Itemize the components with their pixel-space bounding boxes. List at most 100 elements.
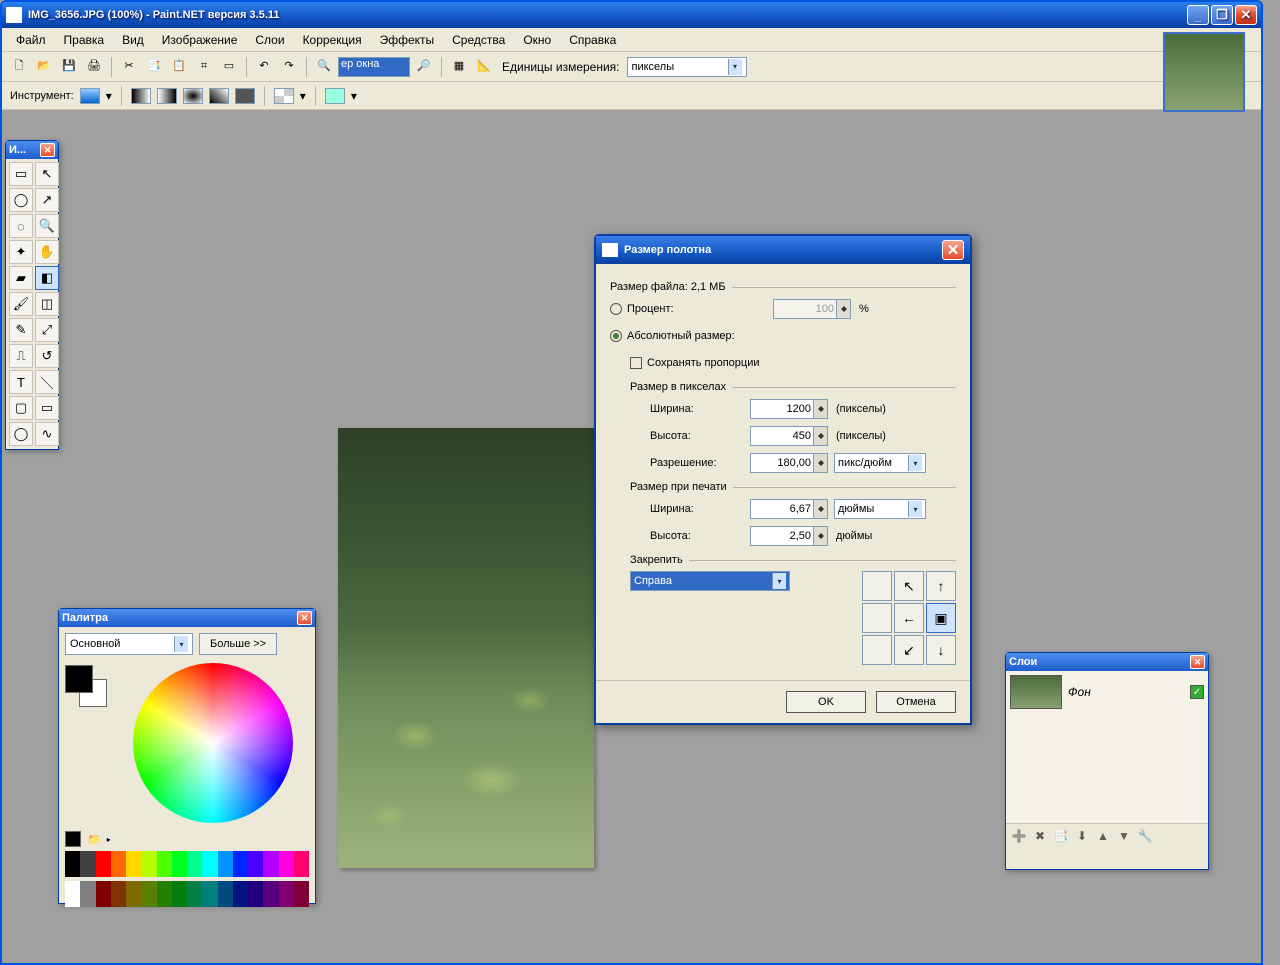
- anchor-w[interactable]: [862, 603, 892, 633]
- move-up-icon[interactable]: ▲: [1094, 827, 1112, 845]
- anchor-select[interactable]: Справа▾: [630, 571, 790, 591]
- anchor-nw[interactable]: [862, 571, 892, 601]
- undo-icon[interactable]: [253, 56, 275, 78]
- zoom-out-icon[interactable]: [413, 56, 435, 78]
- open-icon[interactable]: [33, 56, 55, 78]
- menu-edit[interactable]: Правка: [56, 30, 113, 50]
- color-swatches[interactable]: [65, 665, 113, 725]
- redo-icon[interactable]: [278, 56, 300, 78]
- anchor-ne[interactable]: ↑: [926, 571, 956, 601]
- deselect-icon[interactable]: [218, 56, 240, 78]
- crop-icon[interactable]: [193, 56, 215, 78]
- resolution-input[interactable]: 180,00: [750, 453, 828, 473]
- color-wheel[interactable]: [133, 663, 293, 823]
- black-swatch[interactable]: [65, 831, 81, 847]
- zoom-icon[interactable]: [313, 56, 335, 78]
- picker-tool[interactable]: ⤢: [35, 318, 59, 342]
- ok-button[interactable]: OK: [786, 691, 866, 713]
- menu-view[interactable]: Вид: [114, 30, 152, 50]
- gradient-diag-icon[interactable]: [209, 88, 229, 104]
- palette-row-1[interactable]: [65, 851, 309, 877]
- text-tool[interactable]: T: [9, 370, 33, 394]
- ruler-icon[interactable]: [473, 56, 495, 78]
- clone-tool[interactable]: ⎍: [9, 344, 33, 368]
- ellipse-tool[interactable]: ◯: [9, 422, 33, 446]
- primary-color[interactable]: [65, 665, 93, 693]
- minimize-button[interactable]: _: [1187, 5, 1209, 25]
- units-select[interactable]: пикселы ▾: [627, 57, 747, 77]
- bucket-tool[interactable]: ▰: [9, 266, 33, 290]
- layer-row[interactable]: Фон ✓: [1008, 673, 1206, 711]
- dialog-close-icon[interactable]: ✕: [942, 240, 964, 260]
- tools-panel[interactable]: И...✕ ▭ ↖ ◯ ↗ ◌ 🔍 ✦ ✋ ▰ ◧ 🖌 ◫ ✎ ⤢ ⎍ ↺ T …: [5, 140, 59, 450]
- menu-layers[interactable]: Слои: [247, 30, 292, 50]
- move-sel-tool[interactable]: ↖: [35, 162, 59, 186]
- layers-panel[interactable]: Слои✕ Фон ✓ ➕ ✖ 📑 ⬇ ▲ ▼ 🔧: [1005, 652, 1209, 870]
- spinner-icon[interactable]: [813, 500, 827, 518]
- merge-down-icon[interactable]: ⬇: [1073, 827, 1091, 845]
- zoom-select[interactable]: ер окна: [338, 57, 410, 77]
- move-tool[interactable]: ↗: [35, 188, 59, 212]
- menu-help[interactable]: Справка: [561, 30, 624, 50]
- keep-aspect-checkbox[interactable]: [630, 357, 642, 369]
- spinner-icon[interactable]: [813, 427, 827, 445]
- tools-close-icon[interactable]: ✕: [40, 143, 55, 157]
- cut-icon[interactable]: [118, 56, 140, 78]
- anchor-e[interactable]: ▣: [926, 603, 956, 633]
- absolute-radio[interactable]: [610, 330, 622, 342]
- line-tool[interactable]: ＼: [35, 370, 59, 394]
- gradient-reverse-icon[interactable]: [157, 88, 177, 104]
- layer-props-icon[interactable]: 🔧: [1136, 827, 1154, 845]
- new-icon[interactable]: [8, 56, 30, 78]
- zoom-tool[interactable]: 🔍: [35, 214, 59, 238]
- menu-image[interactable]: Изображение: [154, 30, 246, 50]
- canvas-size-dialog[interactable]: Размер полотна ✕ Размер файла: 2,1 МБ Пр…: [594, 234, 972, 725]
- blend-icon[interactable]: [325, 88, 345, 104]
- duplicate-layer-icon[interactable]: 📑: [1052, 827, 1070, 845]
- curve-tool[interactable]: ∿: [35, 422, 59, 446]
- gradient-tool[interactable]: ◧: [35, 266, 59, 290]
- anchor-sw[interactable]: [862, 635, 892, 665]
- gradient-radial-icon[interactable]: [183, 88, 203, 104]
- transparency-icon[interactable]: [274, 88, 294, 104]
- eraser-tool[interactable]: ◫: [35, 292, 59, 316]
- preview-thumbnail[interactable]: [1163, 32, 1245, 112]
- copy-icon[interactable]: [143, 56, 165, 78]
- palette-panel[interactable]: Палитра✕ Основной▾ Больше >> 📁 ▸: [58, 608, 316, 904]
- maximize-button[interactable]: ❐: [1211, 5, 1233, 25]
- paste-icon[interactable]: [168, 56, 190, 78]
- roundrect-tool[interactable]: ▭: [35, 396, 59, 420]
- rect-tool[interactable]: ▢: [9, 396, 33, 420]
- close-button[interactable]: ✕: [1235, 5, 1257, 25]
- gradient-solid-icon[interactable]: [235, 88, 255, 104]
- wand-tool[interactable]: ✦: [9, 240, 33, 264]
- resolution-unit-select[interactable]: пикс/дюйм▾: [834, 453, 926, 473]
- color-mode-select[interactable]: Основной▾: [65, 633, 193, 655]
- spinner-icon[interactable]: [813, 454, 827, 472]
- add-palette-icon[interactable]: 📁: [87, 833, 101, 846]
- palette-close-icon[interactable]: ✕: [297, 611, 312, 625]
- more-button[interactable]: Больше >>: [199, 633, 277, 655]
- add-layer-icon[interactable]: ➕: [1010, 827, 1028, 845]
- menu-file[interactable]: Файл: [8, 30, 54, 50]
- canvas-image[interactable]: [338, 428, 594, 868]
- titlebar[interactable]: IMG_3656.JPG (100%) - Paint.NET версия 3…: [2, 2, 1261, 28]
- menu-tools[interactable]: Средства: [444, 30, 513, 50]
- layer-visible-checkbox[interactable]: ✓: [1190, 685, 1204, 699]
- grid-icon[interactable]: [448, 56, 470, 78]
- brush-tool[interactable]: 🖌: [9, 292, 33, 316]
- pencil-tool[interactable]: ✎: [9, 318, 33, 342]
- anchor-s[interactable]: ↙: [894, 635, 924, 665]
- ellipse-sel-tool[interactable]: ◌: [9, 214, 33, 238]
- layers-close-icon[interactable]: ✕: [1190, 655, 1205, 669]
- height-px-input[interactable]: 450: [750, 426, 828, 446]
- delete-layer-icon[interactable]: ✖: [1031, 827, 1049, 845]
- menu-adjust[interactable]: Коррекция: [295, 30, 370, 50]
- save-icon[interactable]: [58, 56, 80, 78]
- spinner-icon[interactable]: [813, 527, 827, 545]
- rect-select-tool[interactable]: ▭: [9, 162, 33, 186]
- spinner-icon[interactable]: [813, 400, 827, 418]
- menu-effects[interactable]: Эффекты: [372, 30, 443, 50]
- percent-radio[interactable]: [610, 303, 622, 315]
- width-px-input[interactable]: 1200: [750, 399, 828, 419]
